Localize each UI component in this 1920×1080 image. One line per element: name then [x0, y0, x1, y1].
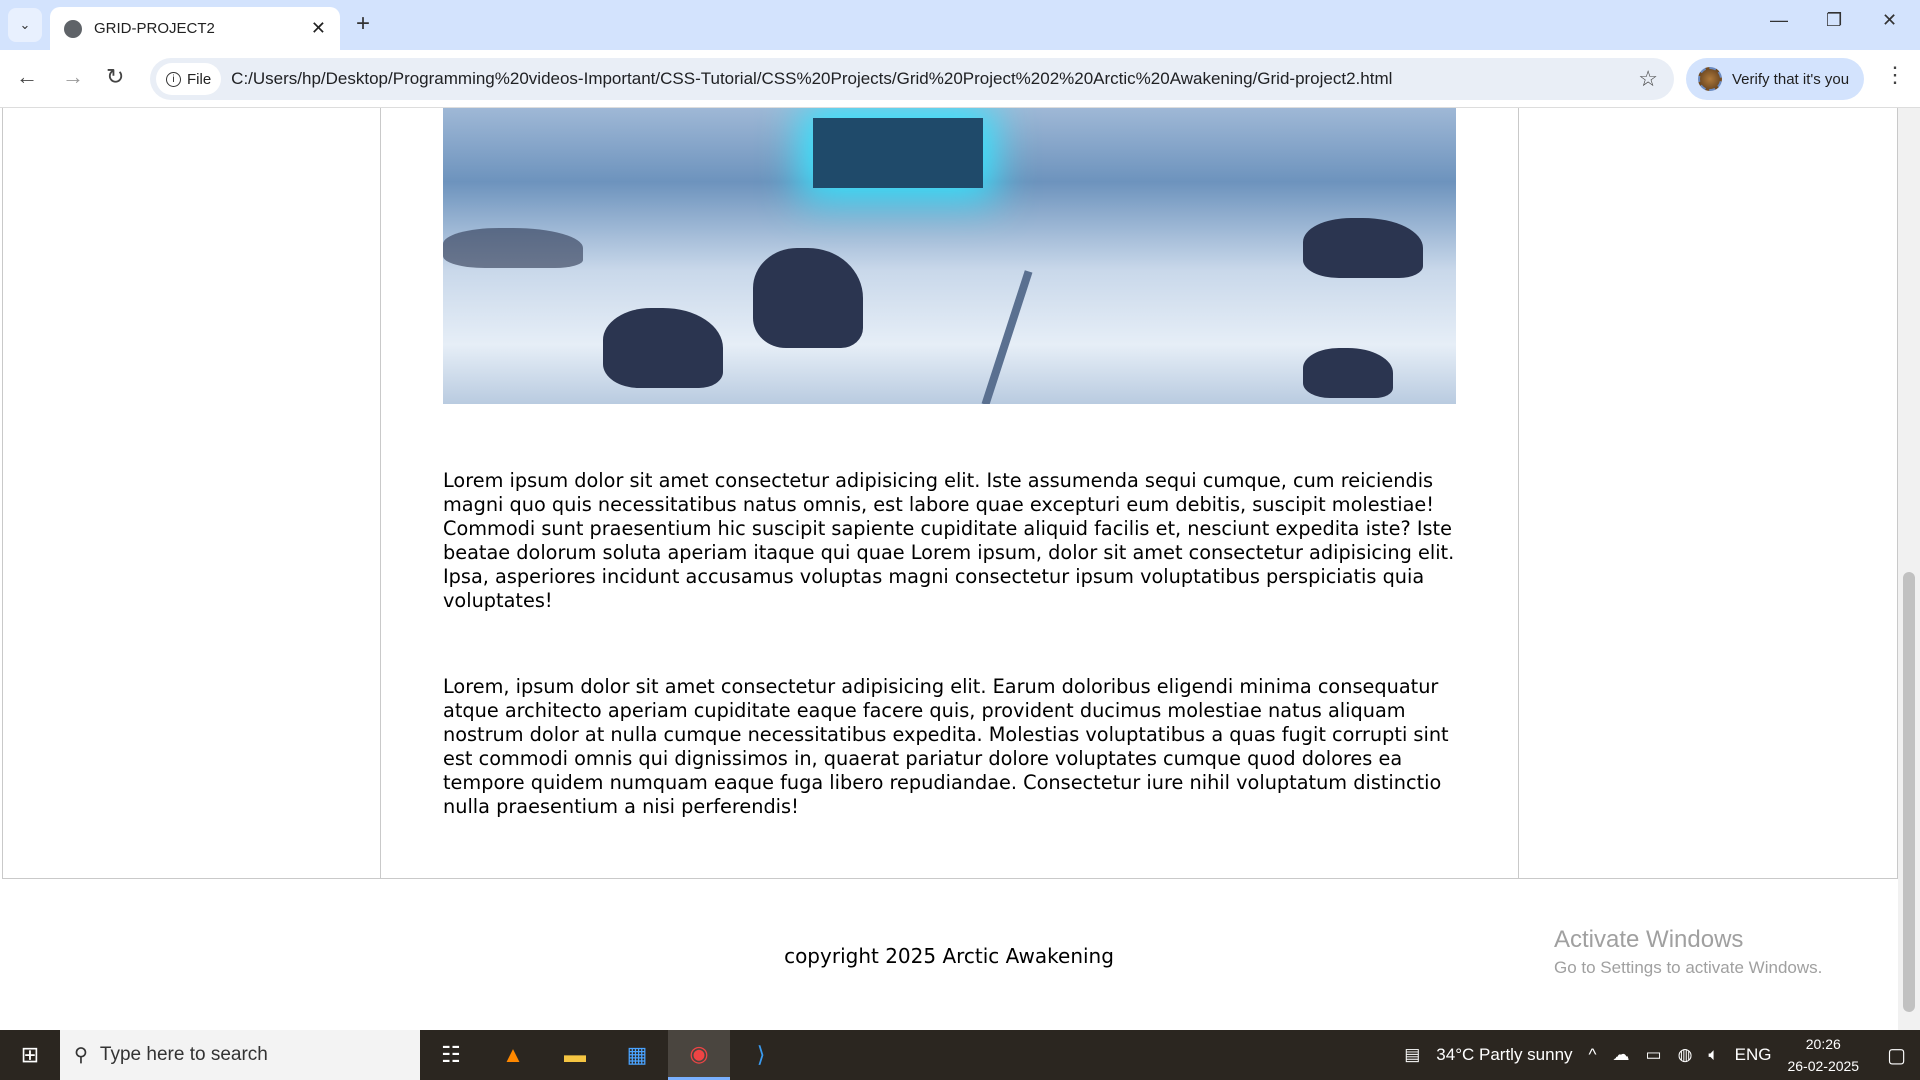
arctic-base	[813, 118, 983, 188]
rock	[1303, 348, 1393, 398]
tab-grid-project2[interactable]: GRID-PROJECT2 ✕	[50, 7, 340, 50]
paragraph-1: Lorem ipsum dolor sit amet consectetur a…	[443, 469, 1455, 612]
site-chip-label: File	[187, 70, 212, 88]
avatar	[1698, 67, 1722, 91]
site-info-chip[interactable]: i File	[156, 63, 222, 95]
weather-text[interactable]: 34°C Partly sunny	[1436, 1045, 1572, 1065]
watermark-subtitle: Go to Settings to activate Windows.	[1554, 958, 1823, 977]
windows-taskbar: ⊞ ⚲ Type here to search ☷ ▲ ▬ ▦ ◉ ⟩ ▤ 34°…	[0, 1030, 1920, 1080]
task-view-icon[interactable]: ☷	[420, 1030, 482, 1080]
clock-date: 26-02-2025	[1787, 1058, 1860, 1074]
close-window-button[interactable]: ✕	[1882, 10, 1897, 31]
language-indicator[interactable]: ENG	[1735, 1045, 1772, 1065]
tire-tracks	[981, 270, 1033, 404]
browser-toolbar: ← → ↻ i File C:/Users/hp/Desktop/Programm…	[0, 50, 1920, 108]
verify-label: Verify that it's you	[1732, 70, 1850, 88]
notifications-icon[interactable]: ▢	[1887, 1043, 1906, 1068]
microsoft-store-icon[interactable]: ▦	[606, 1030, 668, 1080]
right-column	[1518, 108, 1898, 879]
paragraph-2: Lorem, ipsum dolor sit amet consectetur …	[443, 675, 1449, 818]
page-viewport: Lorem ipsum dolor sit amet consectetur a…	[0, 108, 1898, 1030]
volume-icon[interactable]: 🔈︎	[1708, 1045, 1718, 1065]
vertical-scrollbar[interactable]	[1898, 108, 1920, 1030]
onedrive-icon[interactable]: ☁	[1613, 1045, 1630, 1065]
windows-start-icon[interactable]: ⊞	[0, 1030, 60, 1080]
rock	[1303, 218, 1423, 278]
clock-time: 20:26	[1805, 1036, 1841, 1052]
tab-search-button[interactable]: ⌄	[8, 8, 42, 42]
globe-icon	[64, 19, 82, 38]
left-column	[2, 108, 381, 879]
search-icon: ⚲	[74, 1044, 88, 1066]
tab-strip: ⌄ GRID-PROJECT2 ✕ + — ❐ ✕	[0, 0, 1920, 50]
address-bar[interactable]: i File C:/Users/hp/Desktop/Programming%20…	[150, 58, 1674, 100]
forward-button[interactable]: →	[62, 64, 84, 90]
new-tab-button[interactable]: +	[356, 10, 370, 38]
battery-icon[interactable]: ▭	[1646, 1045, 1662, 1065]
restore-button[interactable]: ❐	[1826, 10, 1842, 31]
chrome-icon[interactable]: ◉	[668, 1030, 730, 1080]
taskbar-search[interactable]: ⚲ Type here to search	[60, 1030, 420, 1080]
vscode-icon[interactable]: ⟩	[730, 1030, 792, 1080]
file-explorer-icon[interactable]: ▬	[544, 1030, 606, 1080]
minimize-button[interactable]: —	[1770, 10, 1788, 31]
rock	[603, 308, 723, 388]
rock	[443, 228, 583, 268]
close-tab-icon[interactable]: ✕	[311, 18, 326, 39]
network-icon[interactable]: ◍	[1678, 1045, 1693, 1065]
tab-title: GRID-PROJECT2	[94, 20, 215, 37]
scrollbar-thumb[interactable]	[1903, 572, 1915, 1012]
reload-button[interactable]: ↻	[106, 64, 124, 90]
watermark-title: Activate Windows	[1554, 926, 1744, 953]
search-placeholder: Type here to search	[99, 1044, 268, 1065]
clock[interactable]: 20:26 26-02-2025	[1787, 1033, 1859, 1077]
activate-windows-watermark: Activate Windows Go to Settings to activ…	[1554, 926, 1822, 978]
chevron-up-icon[interactable]: ^	[1589, 1045, 1597, 1065]
system-tray: ▤ 34°C Partly sunny ^ ☁ ▭ ◍ 🔈︎ ENG 20:26…	[1404, 1033, 1920, 1077]
back-button[interactable]: ←	[16, 64, 38, 90]
url-text[interactable]: C:/Users/hp/Desktop/Programming%20videos…	[231, 69, 1392, 89]
profile-verify-button[interactable]: Verify that it's you	[1686, 58, 1864, 100]
vlc-icon[interactable]: ▲	[482, 1030, 544, 1080]
rock	[753, 248, 863, 348]
info-icon: i	[166, 71, 181, 87]
bookmark-star-icon[interactable]: ☆	[1638, 66, 1658, 92]
more-menu-icon[interactable]: ⋮	[1884, 62, 1906, 88]
arctic-hero-image	[443, 108, 1456, 404]
news-icon[interactable]: ▤	[1404, 1045, 1420, 1065]
